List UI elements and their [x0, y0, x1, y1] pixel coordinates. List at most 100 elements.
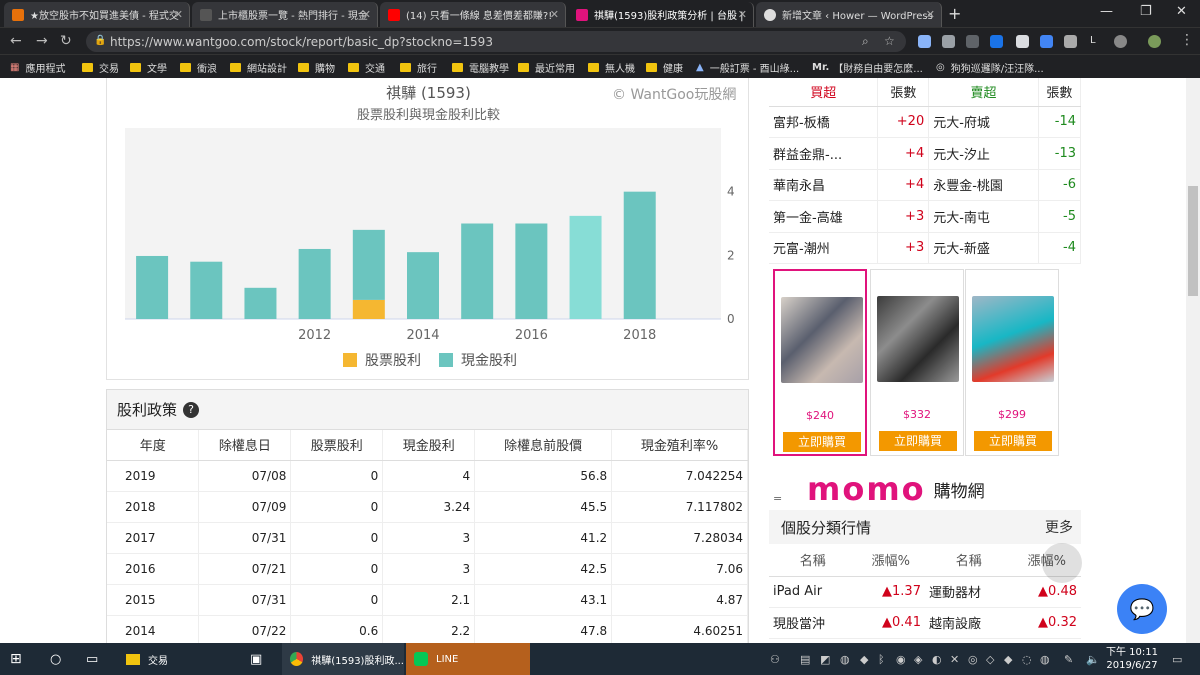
buy-button[interactable]: 立即購買 — [974, 431, 1052, 451]
bar-cash-dividend[interactable] — [190, 261, 223, 319]
taskbar-item-explorer[interactable]: 交易 — [120, 643, 238, 675]
broker-name[interactable]: 元大-新盛 — [928, 232, 1039, 264]
bar-cash-dividend[interactable] — [244, 287, 277, 319]
bookmark-folder[interactable]: 無人機 — [588, 60, 635, 75]
scrollbar-thumb[interactable] — [1188, 186, 1198, 296]
broker-name[interactable]: 第一金-高雄 — [769, 200, 879, 233]
tray-icon[interactable]: ◍ — [1040, 653, 1050, 666]
task-view-icon[interactable]: ▭ — [86, 643, 98, 675]
bookmark-star-icon[interactable]: ☆ — [884, 34, 895, 48]
pen-icon[interactable]: ✎ — [1064, 653, 1073, 666]
page-scrollbar[interactable] — [1186, 78, 1200, 643]
legend-stock-dividend[interactable]: 股票股利 — [343, 350, 421, 370]
bar-cash-dividend[interactable] — [569, 215, 602, 319]
more-link[interactable]: 更多 — [1045, 517, 1073, 537]
extension-icon[interactable] — [918, 35, 931, 48]
broker-name[interactable]: 元大-府城 — [928, 106, 1039, 138]
bookmark-folder[interactable]: 衝浪 — [180, 60, 217, 75]
bookmark-folder[interactable]: 健康 — [646, 60, 683, 75]
broker-name[interactable]: 群益金鼎-... — [769, 137, 879, 170]
broker-name[interactable]: 永豐金-桃園 — [928, 169, 1039, 201]
bar-cash-dividend[interactable] — [515, 223, 548, 320]
app-icon[interactable]: ▣ — [250, 643, 262, 675]
bookmark-folder[interactable]: 電腦教學 — [452, 60, 509, 75]
category-name[interactable]: 越南設廠 — [924, 607, 1013, 639]
tray-icon[interactable]: ▤ — [800, 653, 810, 666]
bar-cash-dividend[interactable] — [298, 248, 331, 319]
search-icon[interactable]: ○ — [50, 643, 61, 675]
notification-icon[interactable]: ▭ — [1172, 653, 1182, 666]
legend-cash-dividend[interactable]: 現金股利 — [439, 350, 517, 370]
bluetooth-icon[interactable]: ᛒ — [878, 653, 885, 666]
extension-icon[interactable] — [1040, 35, 1053, 48]
extension-icon[interactable] — [1016, 35, 1029, 48]
taskbar-item-line[interactable]: LINE — [406, 643, 530, 675]
tray-icon[interactable]: ◈ — [914, 653, 922, 666]
back-icon[interactable]: ← — [10, 33, 22, 49]
bookmark-folder[interactable]: 交易 — [82, 60, 119, 75]
product-image[interactable] — [972, 296, 1054, 382]
new-tab-icon[interactable]: + — [948, 4, 961, 23]
bookmark-folder[interactable]: 文學 — [130, 60, 167, 75]
avatar[interactable] — [1148, 35, 1161, 48]
close-tab-icon[interactable]: ✕ — [550, 8, 559, 21]
category-name[interactable]: iPad Air — [769, 576, 857, 608]
tray-icon[interactable]: ✕ — [950, 653, 959, 666]
chat-icon[interactable]: 💬 — [1117, 584, 1167, 634]
tray-icon[interactable]: ◩ — [820, 653, 830, 666]
people-icon[interactable]: ⚇ — [770, 653, 780, 666]
minimize-icon[interactable]: — — [1100, 4, 1113, 19]
close-tab-icon[interactable]: ✕ — [174, 8, 183, 21]
system-clock[interactable]: 下午 10:11 2019/6/27 — [1102, 646, 1162, 672]
bar-cash-dividend[interactable] — [461, 223, 494, 320]
taskbar-item-chrome[interactable]: 祺驊(1593)股利政... — [282, 643, 404, 675]
help-icon[interactable]: ? — [183, 401, 200, 418]
momo-logo[interactable]: momo 購物網 — [807, 470, 985, 508]
buy-button[interactable]: 立即購買 — [879, 431, 957, 451]
bookmark-folder[interactable]: 旅行 — [400, 60, 437, 75]
extension-icon[interactable] — [1064, 35, 1077, 48]
ad-menu-icon[interactable]: = — [773, 492, 782, 505]
extension-icon[interactable]: L — [1090, 35, 1103, 48]
tray-icon[interactable]: ◇ — [986, 653, 994, 666]
dropbox-icon[interactable]: ◆ — [1004, 653, 1012, 666]
tray-icon[interactable]: ◆ — [860, 653, 868, 666]
close-window-icon[interactable]: ✕ — [1176, 4, 1187, 19]
tray-icon[interactable]: ◌ — [1022, 653, 1032, 666]
scroll-top-button[interactable] — [1042, 543, 1082, 583]
windows-start-icon[interactable]: ⊞ — [10, 643, 22, 675]
maximize-icon[interactable]: ❐ — [1140, 4, 1152, 19]
ad-product[interactable]: $299 立即購買 — [965, 269, 1059, 456]
tray-icon[interactable]: ◉ — [896, 653, 906, 666]
extension-icon[interactable] — [942, 35, 955, 48]
broker-name[interactable]: 華南永昌 — [769, 169, 879, 201]
broker-name[interactable]: 元大-汐止 — [928, 137, 1039, 170]
extension-icon[interactable] — [1114, 35, 1127, 48]
reload-icon[interactable]: ↻ — [60, 33, 72, 49]
tray-icon[interactable]: ◐ — [932, 653, 942, 666]
bar-cash-dividend[interactable] — [136, 255, 169, 319]
category-name[interactable]: 現股當沖 — [769, 607, 857, 639]
extension-icon[interactable] — [966, 35, 979, 48]
tray-icon[interactable]: ◍ — [840, 653, 850, 666]
url-field[interactable]: 🔒 https://www.wantgoo.com/stock/report/b… — [86, 31, 906, 52]
bookmark-apps[interactable]: ▦ 應用程式 — [10, 60, 65, 75]
bar-cash-dividend[interactable] — [623, 191, 656, 319]
browser-tab[interactable]: ★放空股市不如買進美債 - 程式交 ✕ — [4, 2, 190, 27]
menu-icon[interactable]: ⋮ — [1180, 32, 1194, 48]
ad-product[interactable]: $332 立即購買 — [870, 269, 964, 456]
forward-icon[interactable]: → — [36, 33, 48, 49]
bar-cash-dividend[interactable] — [407, 252, 439, 319]
bookmark-folder[interactable]: 最近常用 — [518, 60, 575, 75]
bookmark-link[interactable]: ◎ 狗狗巡邏隊/汪汪隊... — [936, 60, 1044, 75]
category-name[interactable]: 運動器材 — [924, 576, 1013, 608]
bookmark-folder[interactable]: 網站設計 — [230, 60, 287, 75]
broker-name[interactable]: 元大-南屯 — [928, 200, 1039, 233]
buy-button[interactable]: 立即購買 — [783, 432, 861, 452]
browser-tab[interactable]: 新增文章 ‹ Hower — WordPress ✕ — [756, 2, 942, 27]
browser-tab[interactable]: 上市櫃股票一覽 - 熱門排行 - 現金 ✕ — [192, 2, 378, 27]
bookmark-folder[interactable]: 交通 — [348, 60, 385, 75]
browser-tab[interactable]: (14) 只看一條線 息差價差都賺?! ✕ — [380, 2, 566, 27]
bookmark-link[interactable]: Mr. 【財務自由要怎麼... — [812, 60, 923, 75]
broker-name[interactable]: 元富-潮州 — [769, 232, 879, 264]
